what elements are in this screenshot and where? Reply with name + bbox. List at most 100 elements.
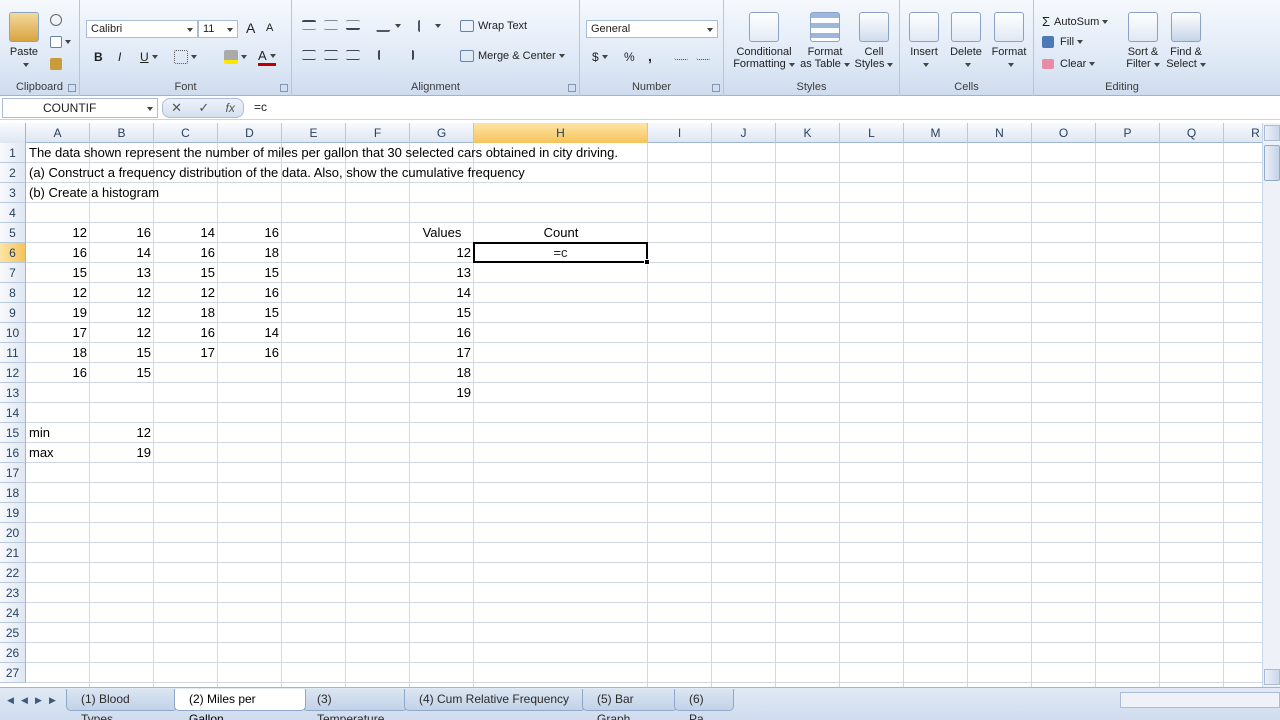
shrink-font-button[interactable]: A [266,22,273,34]
count-header[interactable]: Count [474,223,648,243]
grow-font-button[interactable]: A [246,20,255,36]
column-header-e[interactable]: E [282,123,346,143]
row-header-11[interactable]: 11 [0,343,26,363]
sheet-tab[interactable]: (6) Pa [674,689,734,720]
format-painter-button[interactable] [50,58,62,70]
data-cell[interactable]: 18 [26,343,90,363]
format-cells-button[interactable]: Format [988,12,1030,70]
paste-button[interactable]: Paste [6,12,42,70]
underline-button[interactable]: U [140,50,158,64]
row-header-25[interactable]: 25 [0,623,26,643]
data-cell[interactable]: 16 [26,243,90,263]
fill-button[interactable]: Fill [1042,36,1084,48]
data-cell[interactable]: 18 [154,303,218,323]
row-header-21[interactable]: 21 [0,543,26,563]
column-header-c[interactable]: C [154,123,218,143]
data-cell[interactable]: 14 [154,223,218,243]
clipboard-launcher[interactable] [68,84,76,92]
data-cell[interactable]: 16 [218,283,282,303]
sheet-tab[interactable]: (2) Miles per Gallon [174,689,306,720]
clear-button[interactable]: Clear [1042,58,1096,70]
data-cell[interactable]: 16 [90,223,154,243]
find-select-button[interactable]: Find & Select [1164,12,1208,70]
row-header-8[interactable]: 8 [0,283,26,303]
formula-input[interactable]: =c [248,98,1276,118]
conditional-formatting-button[interactable]: Conditional Formatting [728,12,800,70]
enter-icon[interactable]: ✓ [198,100,209,116]
data-cell[interactable]: 17 [26,323,90,343]
last-sheet-icon[interactable]: ▶ [46,693,59,707]
row-header-27[interactable]: 27 [0,663,26,683]
cancel-icon[interactable]: ✕ [171,100,182,116]
row-header-22[interactable]: 22 [0,563,26,583]
row-header-23[interactable]: 23 [0,583,26,603]
data-cell[interactable]: 16 [218,343,282,363]
data-cell[interactable]: 12 [26,283,90,303]
orientation-button[interactable] [375,20,401,32]
data-cell[interactable]: 12 [154,283,218,303]
row-header-16[interactable]: 16 [0,443,26,463]
increase-decimal-button[interactable] [674,50,688,60]
column-header-l[interactable]: L [840,123,904,143]
bold-button[interactable]: B [94,50,103,64]
values-cell[interactable]: 12 [410,243,474,263]
row-header-7[interactable]: 7 [0,263,26,283]
data-cell[interactable]: 19 [26,303,90,323]
sheet-tab[interactable]: (5) Bar Graph [582,689,678,720]
column-header-m[interactable]: M [904,123,968,143]
increase-indent-button[interactable] [400,50,414,60]
max-value[interactable]: 19 [90,443,154,463]
align-right-button[interactable] [346,50,360,60]
delete-cells-button[interactable]: Delete [946,12,986,70]
column-header-i[interactable]: I [648,123,712,143]
data-cell[interactable]: 15 [218,263,282,283]
values-cell[interactable]: 18 [410,363,474,383]
max-label[interactable]: max [26,443,90,463]
text-direction-button[interactable] [418,20,441,32]
row-header-1[interactable]: 1 [0,143,26,163]
currency-button[interactable]: $ [592,50,608,64]
row-header-3[interactable]: 3 [0,183,26,203]
format-as-table-button[interactable]: Format as Table [800,12,850,70]
number-launcher[interactable] [712,84,720,92]
row-header-14[interactable]: 14 [0,403,26,423]
row-header-24[interactable]: 24 [0,603,26,623]
first-sheet-icon[interactable]: ◀ [4,693,17,707]
cell-area[interactable]: The data shown represent the number of m… [26,143,1262,687]
active-cell-editor[interactable]: =c [473,242,650,265]
insert-function-icon[interactable]: fx [226,101,235,115]
merge-center-button[interactable]: Merge & Center [460,50,565,62]
values-cell[interactable]: 19 [410,383,474,403]
cell-styles-button[interactable]: Cell Styles [850,12,898,70]
data-cell[interactable]: 12 [26,223,90,243]
column-header-a[interactable]: A [26,123,90,143]
data-cell[interactable]: 16 [218,223,282,243]
wrap-text-button[interactable]: Wrap Text [460,20,527,32]
column-header-r[interactable]: R [1224,123,1262,143]
cell-instruction-a[interactable]: (a) Construct a frequency distribution o… [26,163,926,183]
column-header-n[interactable]: N [968,123,1032,143]
align-bottom-button[interactable] [346,20,360,30]
data-cell[interactable]: 15 [90,363,154,383]
column-header-j[interactable]: J [712,123,776,143]
scroll-up-icon[interactable] [1264,125,1280,141]
column-header-o[interactable]: O [1032,123,1096,143]
row-header-13[interactable]: 13 [0,383,26,403]
row-header-4[interactable]: 4 [0,203,26,223]
data-cell[interactable]: 16 [26,363,90,383]
fill-handle[interactable] [644,259,650,265]
column-header-q[interactable]: Q [1160,123,1224,143]
row-header-5[interactable]: 5 [0,223,26,243]
data-cell[interactable]: 17 [154,343,218,363]
column-header-p[interactable]: P [1096,123,1160,143]
font-size-combo[interactable]: 11 [198,20,238,38]
sheet-tab[interactable]: (3) Temperature [302,689,408,720]
data-cell[interactable]: 18 [218,243,282,263]
row-header-10[interactable]: 10 [0,323,26,343]
values-cell[interactable]: 14 [410,283,474,303]
sort-filter-button[interactable]: Sort & Filter [1122,12,1164,70]
data-cell[interactable]: 15 [26,263,90,283]
sheet-tab[interactable]: (1) Blood Types [66,689,178,720]
row-header-15[interactable]: 15 [0,423,26,443]
row-header-9[interactable]: 9 [0,303,26,323]
